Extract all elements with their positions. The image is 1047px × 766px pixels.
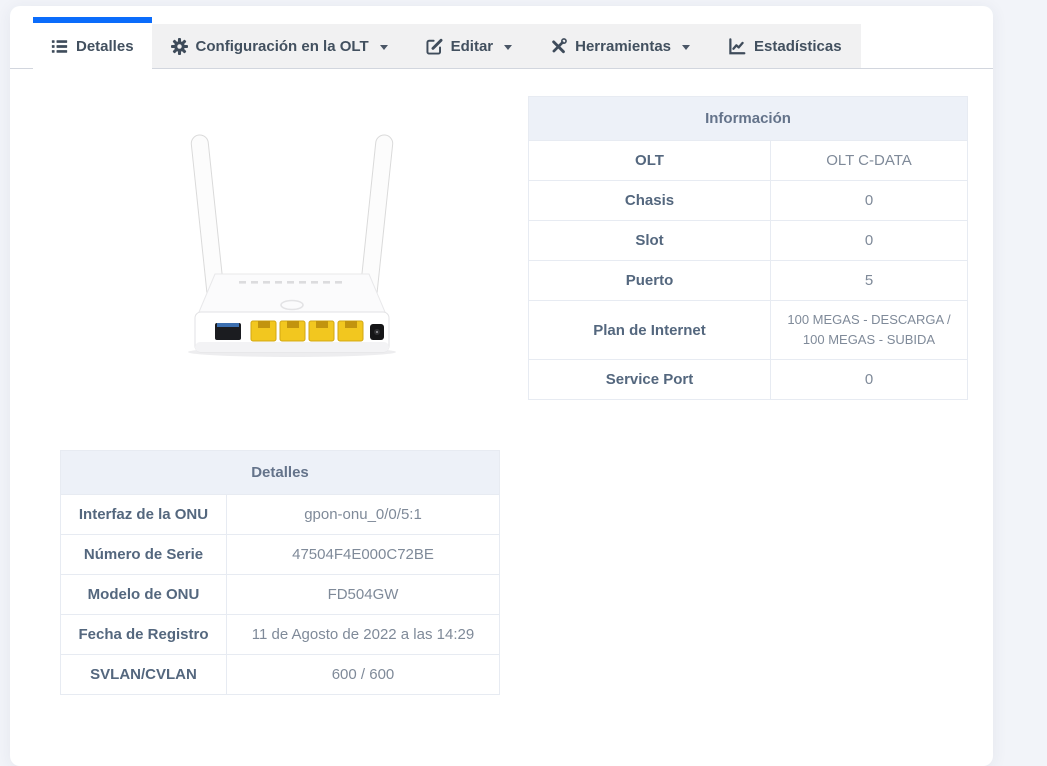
- row-label: Modelo de ONU: [61, 575, 227, 615]
- tab-label: Configuración en la OLT: [196, 38, 369, 55]
- table-row: Slot 0: [529, 221, 968, 261]
- row-label: OLT: [529, 141, 771, 181]
- table-row: Fecha de Registro 11 de Agosto de 2022 a…: [61, 615, 500, 655]
- row-value: 0: [771, 360, 968, 400]
- row-label: Puerto: [529, 261, 771, 301]
- row-label: Fecha de Registro: [61, 615, 227, 655]
- row-label: Slot: [529, 221, 771, 261]
- table-row: OLT OLT C-DATA: [529, 141, 968, 181]
- tab-editar[interactable]: Editar: [407, 24, 532, 68]
- tab-estadisticas[interactable]: Estadísticas: [709, 24, 861, 68]
- edit-icon: [426, 38, 443, 55]
- chart-icon: [728, 38, 746, 55]
- table-row: Número de Serie 47504F4E000C72BE: [61, 535, 500, 575]
- row-value: OLT C-DATA: [771, 141, 968, 181]
- row-label: Plan de Internet: [529, 301, 771, 360]
- row-value: gpon-onu_0/0/5:1: [227, 495, 500, 535]
- tab-configuracion-olt[interactable]: Configuración en la OLT: [152, 24, 407, 68]
- table-row: Service Port 0: [529, 360, 968, 400]
- row-label: Número de Serie: [61, 535, 227, 575]
- row-label: SVLAN/CVLAN: [61, 655, 227, 695]
- chevron-down-icon: [682, 45, 690, 50]
- onu-router-illustration: [167, 126, 417, 358]
- row-value: 100 MEGAS - DESCARGA / 100 MEGAS - SUBID…: [771, 301, 968, 360]
- tab-label: Editar: [451, 38, 494, 55]
- table-row: Modelo de ONU FD504GW: [61, 575, 500, 615]
- info-table-title: Información: [529, 97, 968, 141]
- row-value: 0: [771, 221, 968, 261]
- details-table-title: Detalles: [61, 451, 500, 495]
- row-label: Service Port: [529, 360, 771, 400]
- table-row: Puerto 5: [529, 261, 968, 301]
- table-row: Plan de Internet 100 MEGAS - DESCARGA / …: [529, 301, 968, 360]
- row-value: 0: [771, 181, 968, 221]
- row-label: Interfaz de la ONU: [61, 495, 227, 535]
- tab-bar: Detalles Configuración en la OLT: [10, 6, 993, 69]
- tab-herramientas[interactable]: Herramientas: [531, 24, 709, 68]
- table-row: Interfaz de la ONU gpon-onu_0/0/5:1: [61, 495, 500, 535]
- onu-detail-card: Detalles Configuración en la OLT: [10, 6, 993, 766]
- row-label: Chasis: [529, 181, 771, 221]
- info-table: Información OLT OLT C-DATA Chasis 0 Slot…: [528, 96, 968, 400]
- chevron-down-icon: [504, 45, 512, 50]
- tab-label: Detalles: [76, 38, 134, 55]
- table-row: Chasis 0: [529, 181, 968, 221]
- tab-content: Información OLT OLT C-DATA Chasis 0 Slot…: [10, 69, 993, 695]
- tab-label: Herramientas: [575, 38, 671, 55]
- details-table: Detalles Interfaz de la ONU gpon-onu_0/0…: [60, 450, 500, 695]
- row-value: FD504GW: [227, 575, 500, 615]
- table-row: SVLAN/CVLAN 600 / 600: [61, 655, 500, 695]
- tab-detalles[interactable]: Detalles: [33, 17, 152, 69]
- tab-label: Estadísticas: [754, 38, 842, 55]
- row-value: 5: [771, 261, 968, 301]
- row-value: 47504F4E000C72BE: [227, 535, 500, 575]
- row-value: 600 / 600: [227, 655, 500, 695]
- chevron-down-icon: [380, 45, 388, 50]
- tools-icon: [550, 38, 567, 55]
- row-value: 11 de Agosto de 2022 a las 14:29: [227, 615, 500, 655]
- onu-device-photo: [35, 96, 528, 358]
- list-icon: [51, 38, 68, 55]
- gear-icon: [171, 38, 188, 55]
